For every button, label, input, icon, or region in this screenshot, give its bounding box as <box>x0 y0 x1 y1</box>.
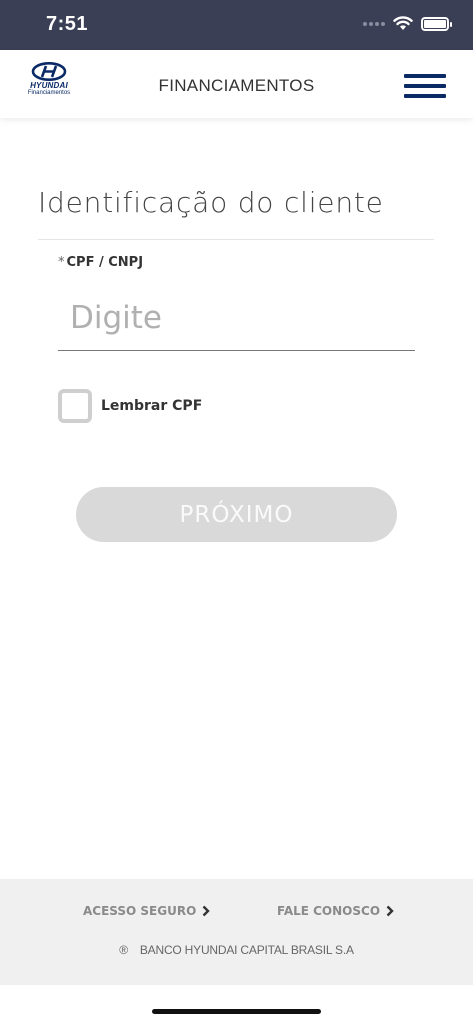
home-indicator[interactable] <box>152 1009 321 1014</box>
status-time: 7:51 <box>46 13 89 35</box>
required-marker: * <box>58 255 65 270</box>
remember-cpf-toggle[interactable]: Lembrar CPF <box>58 389 202 423</box>
copyright-company: BANCO HYUNDAI CAPITAL BRASIL S.A <box>139 943 354 957</box>
chevron-right-icon <box>386 905 394 917</box>
app-header: HYUNDAI Financiamentos FINANCIAMENTOS <box>0 50 473 118</box>
next-button[interactable]: PRÓXIMO <box>76 487 397 542</box>
contact-us-link[interactable]: FALE CONOSCO <box>277 904 394 918</box>
secure-access-label: ACESSO SEGURO <box>83 904 197 918</box>
page-title: FINANCIAMENTOS <box>158 76 315 95</box>
status-bar: 7:51 <box>0 0 473 50</box>
section-divider <box>38 239 434 240</box>
cellular-signal-icon <box>363 21 385 26</box>
secure-access-link[interactable]: ACESSO SEGURO <box>83 904 210 918</box>
section-title: Identificação do cliente <box>38 186 384 219</box>
footer: ACESSO SEGURO FALE CONOSCO ® BANCO HYUNDA… <box>0 879 473 985</box>
cpf-input[interactable] <box>58 285 415 351</box>
chevron-right-icon <box>202 905 210 917</box>
battery-icon <box>421 16 452 31</box>
cpf-field-label: * CPF / CNPJ <box>58 255 143 270</box>
contact-us-label: FALE CONOSCO <box>277 904 381 918</box>
registered-mark: ® <box>119 943 128 957</box>
remember-cpf-checkbox[interactable] <box>58 389 92 423</box>
cpf-label-text: CPF / CNPJ <box>66 255 144 270</box>
wifi-icon <box>393 16 413 30</box>
remember-cpf-label: Lembrar CPF <box>101 398 203 414</box>
copyright-text: ® BANCO HYUNDAI CAPITAL BRASIL S.A <box>0 943 473 957</box>
status-icons <box>363 16 452 31</box>
hamburger-menu-icon[interactable] <box>404 74 448 102</box>
